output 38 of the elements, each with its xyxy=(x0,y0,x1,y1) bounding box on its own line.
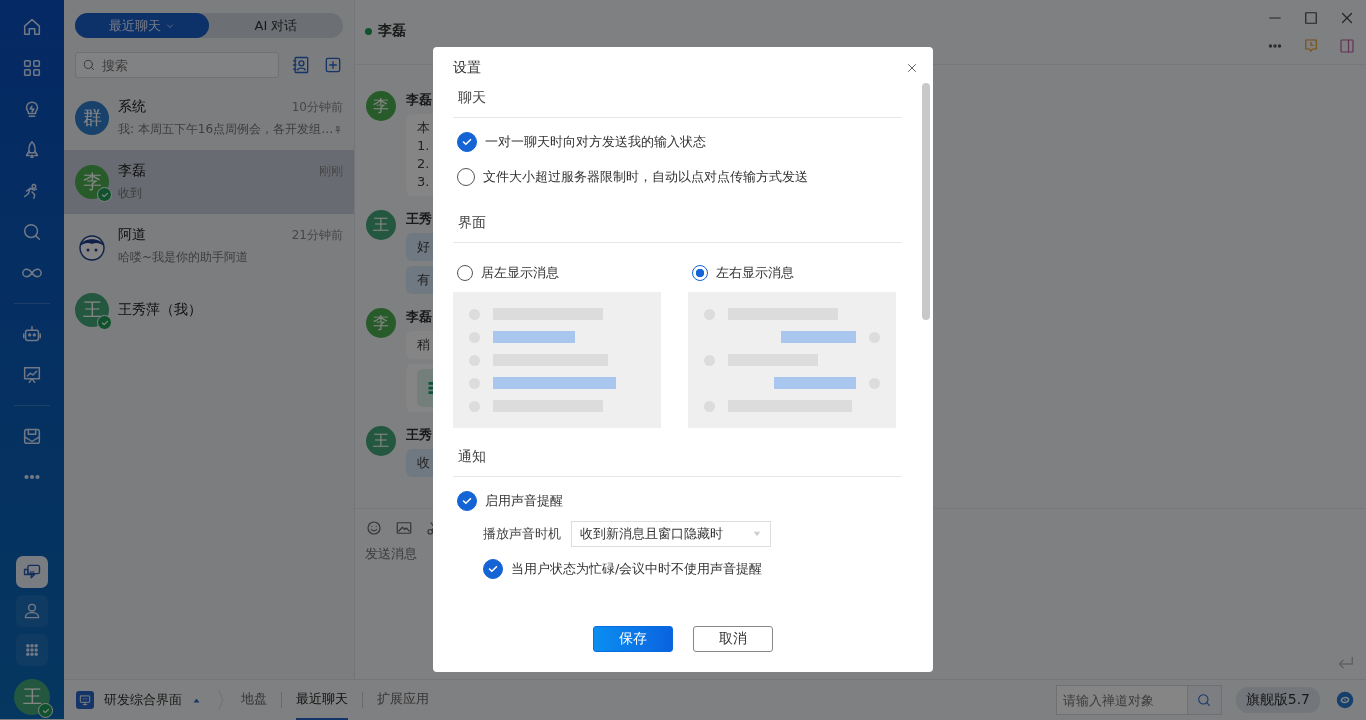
edition-badge: 旗舰版5.7 xyxy=(1235,687,1320,713)
sender-name: 王秀 xyxy=(406,426,432,444)
section-title: 通知 xyxy=(453,440,902,477)
contact-avatar: 群 xyxy=(75,101,109,135)
contact-avatar: 李 xyxy=(75,165,109,199)
message-preview: 我: 本周五下午16点周例会，各开发组… xyxy=(118,121,334,138)
option-label: 一对一聊天时向对方发送我的输入状态 xyxy=(485,132,706,151)
dialog-title: 设置 xyxy=(453,59,481,77)
contact-name: 李磊 xyxy=(118,162,146,180)
sender-name: 李磊 xyxy=(406,91,432,109)
message-text: 本 xyxy=(417,119,430,137)
contact-avatar: 王 xyxy=(366,210,396,240)
message-text: 2. xyxy=(417,155,430,173)
section-title: 界面 xyxy=(453,206,902,243)
field-label: 播放声音时机 xyxy=(483,525,561,543)
option-label: 文件大小超过服务器限制时，自动以点对点传输方式发送 xyxy=(483,167,808,186)
message-text: 3. xyxy=(417,173,430,191)
section-title: 聊天 xyxy=(453,81,902,118)
message-text: 有 xyxy=(417,271,430,289)
contact-name: 王秀萍（我） xyxy=(118,301,202,319)
message-text: 1. xyxy=(417,137,430,155)
contact-name: 系统 xyxy=(118,98,146,116)
chat-title: 李磊 xyxy=(378,22,406,40)
message-preview: 哈喽~我是你的助手阿道 xyxy=(118,249,249,266)
option-label: 左右显示消息 xyxy=(716,263,794,282)
option-label: 居左显示消息 xyxy=(481,263,559,282)
sender-name: 王秀 xyxy=(406,210,432,228)
contact-avatar: 李 xyxy=(366,308,396,338)
sender-name: 李磊 xyxy=(406,308,432,326)
contact-avatar: 李 xyxy=(366,91,396,121)
contact-name: 阿道 xyxy=(118,226,146,244)
message-text: 稍 xyxy=(417,336,430,354)
option-label: 启用声音提醒 xyxy=(485,491,563,510)
message-text: 好 xyxy=(417,238,430,256)
message-text: 收 xyxy=(417,454,430,472)
option-label: 当用户状态为忙碌/会议中时不使用声音提醒 xyxy=(511,560,763,578)
contact-avatar: 王 xyxy=(75,293,109,327)
contact-avatar: 王 xyxy=(366,426,396,456)
